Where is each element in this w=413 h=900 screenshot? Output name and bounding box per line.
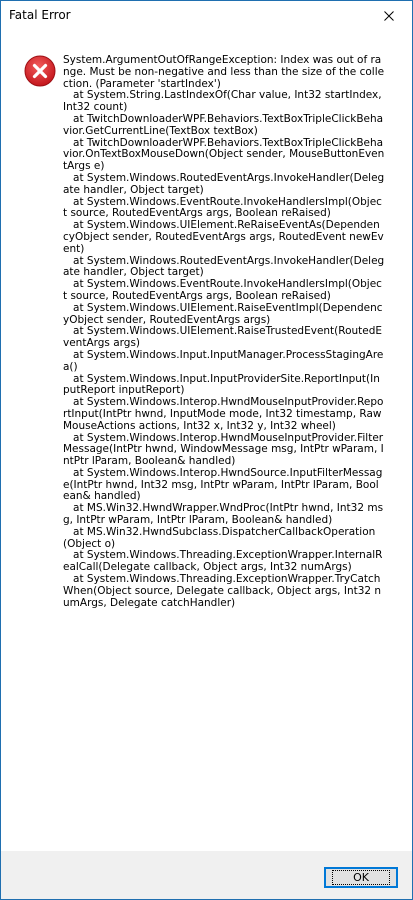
close-icon xyxy=(384,11,394,21)
ok-button[interactable]: OK xyxy=(324,867,398,888)
fatal-error-dialog: Fatal Error System.ArgumentOutOfRangeExc… xyxy=(0,0,413,900)
dialog-footer: OK xyxy=(1,851,412,899)
close-button[interactable] xyxy=(366,1,412,31)
dialog-content: System.ArgumentOutOfRangeException: Inde… xyxy=(1,31,412,851)
title-bar[interactable]: Fatal Error xyxy=(1,1,412,31)
error-message: System.ArgumentOutOfRangeException: Inde… xyxy=(63,54,385,609)
error-icon xyxy=(24,55,56,87)
ok-button-label: OK xyxy=(332,870,390,885)
window-title: Fatal Error xyxy=(9,8,71,22)
